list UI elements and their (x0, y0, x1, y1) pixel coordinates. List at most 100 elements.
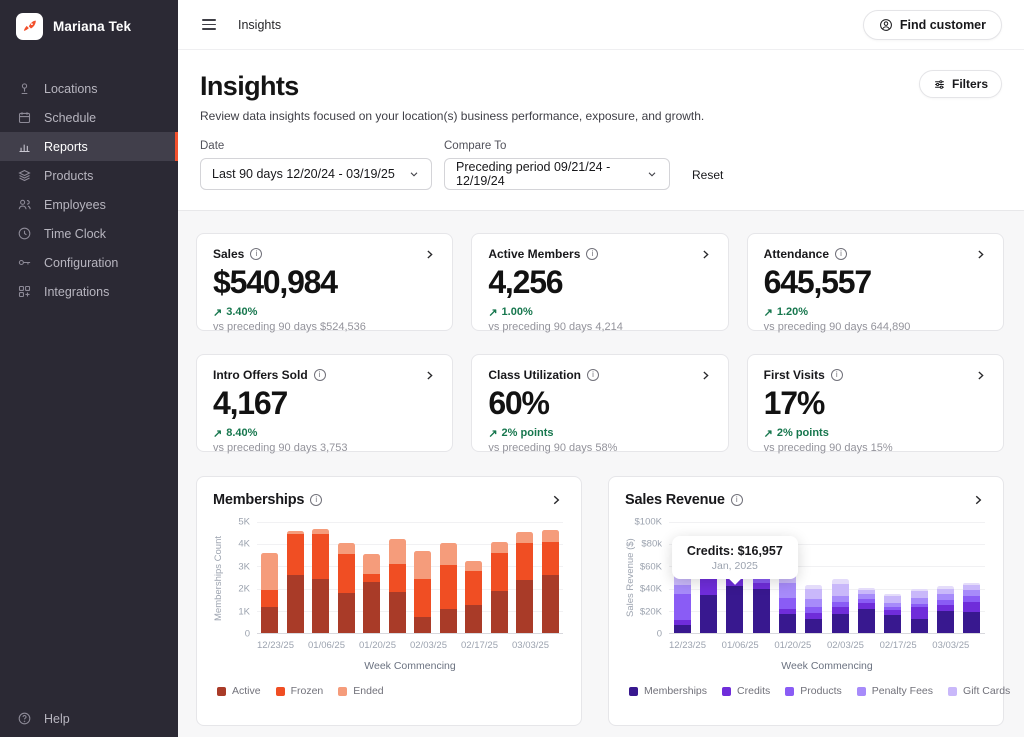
filters-button[interactable]: Filters (919, 70, 1002, 98)
bar-segment-active[interactable] (261, 607, 278, 633)
kpi-card-first-visits[interactable]: First Visits i 17% ↗2% points vs precedi… (747, 354, 1004, 452)
bar-segment-memberships[interactable] (805, 619, 822, 633)
legend-item-ended[interactable]: Ended (338, 685, 383, 697)
bar-segment-credits[interactable] (963, 602, 980, 612)
hamburger-menu-icon[interactable] (200, 15, 218, 34)
bar-segment-ended[interactable] (516, 532, 533, 543)
stacked-bar[interactable] (858, 522, 875, 633)
info-icon[interactable]: i (586, 248, 598, 260)
bar-segment-ended[interactable] (363, 554, 380, 574)
info-icon[interactable]: i (250, 248, 262, 260)
stacked-bar[interactable] (937, 522, 954, 633)
bar-segment-active[interactable] (491, 591, 508, 633)
stacked-bar[interactable] (261, 522, 278, 633)
bar-segment-memberships[interactable] (963, 612, 980, 633)
bar-segment-ended[interactable] (338, 543, 355, 554)
chevron-right-icon[interactable] (423, 248, 436, 261)
bar-segment-gift-cards[interactable] (805, 589, 822, 599)
bar-segment-memberships[interactable] (884, 615, 901, 633)
legend-item-credits[interactable]: Credits (722, 685, 770, 697)
bar-segment-active[interactable] (414, 617, 431, 633)
bar-segment-frozen[interactable] (389, 564, 406, 592)
stacked-bar[interactable] (542, 522, 559, 633)
bar-segment-active[interactable] (465, 605, 482, 633)
stacked-bar[interactable] (312, 522, 329, 633)
chevron-right-icon[interactable] (549, 493, 563, 507)
stacked-bar[interactable] (911, 522, 928, 633)
bar-segment-ended[interactable] (389, 539, 406, 565)
sidebar-item-employees[interactable]: Employees (0, 190, 178, 219)
bar-segment-ended[interactable] (491, 542, 508, 553)
sidebar-item-configuration[interactable]: Configuration (0, 248, 178, 277)
sidebar-item-help[interactable]: Help (0, 704, 178, 733)
stacked-bar[interactable] (491, 522, 508, 633)
stacked-bar[interactable] (465, 522, 482, 633)
bar-segment-memberships[interactable] (858, 609, 875, 633)
chevron-right-icon[interactable] (699, 369, 712, 382)
bar-segment-frozen[interactable] (542, 542, 559, 575)
bar-segment-penalty-fees[interactable] (779, 583, 796, 597)
stacked-bar[interactable] (414, 522, 431, 633)
bar-segment-memberships[interactable] (911, 619, 928, 633)
legend-item-penalty-fees[interactable]: Penalty Fees (857, 685, 933, 697)
bar-segment-gift-cards[interactable] (832, 584, 849, 596)
bar-segment-active[interactable] (287, 575, 304, 633)
compare-select[interactable]: Preceding period 09/21/24 - 12/19/24 (444, 158, 670, 190)
bar-segment-penalty-fees[interactable] (911, 598, 928, 605)
bar-segment-frozen[interactable] (287, 534, 304, 575)
bar-segment-memberships[interactable] (674, 625, 691, 633)
bar-segment-active[interactable] (338, 593, 355, 633)
sidebar-item-locations[interactable]: Locations (0, 74, 178, 103)
bar-segment-active[interactable] (363, 582, 380, 633)
stacked-bar[interactable] (832, 522, 849, 633)
bar-segment-frozen[interactable] (516, 543, 533, 580)
bar-segment-memberships[interactable] (832, 614, 849, 633)
info-icon[interactable]: i (831, 369, 843, 381)
bar-segment-frozen[interactable] (363, 574, 380, 582)
bar-segment-active[interactable] (312, 579, 329, 633)
bar-segment-ended[interactable] (261, 553, 278, 590)
bar-segment-frozen[interactable] (491, 553, 508, 591)
kpi-card-attendance[interactable]: Attendance i 645,557 ↗1.20% vs preceding… (747, 233, 1004, 331)
kpi-card-intro-offers-sold[interactable]: Intro Offers Sold i 4,167 ↗8.40% vs prec… (196, 354, 453, 452)
bar-segment-penalty-fees[interactable] (963, 590, 980, 597)
bar-segment-ended[interactable] (542, 530, 559, 542)
sidebar-item-products[interactable]: Products (0, 161, 178, 190)
chevron-right-icon[interactable] (974, 248, 987, 261)
sidebar-item-reports[interactable]: Reports (0, 132, 178, 161)
bar-segment-frozen[interactable] (338, 554, 355, 593)
bar-segment-active[interactable] (542, 575, 559, 633)
bar-segment-active[interactable] (440, 609, 457, 633)
info-icon[interactable]: i (314, 369, 326, 381)
stacked-bar[interactable] (287, 522, 304, 633)
bar-segment-memberships[interactable] (753, 589, 770, 633)
info-icon[interactable]: i (835, 248, 847, 260)
bar-segment-frozen[interactable] (414, 579, 431, 618)
chevron-right-icon[interactable] (699, 248, 712, 261)
bar-segment-memberships[interactable] (779, 614, 796, 633)
bar-segment-penalty-fees[interactable] (674, 585, 691, 594)
bar-segment-frozen[interactable] (440, 565, 457, 608)
stacked-bar[interactable] (440, 522, 457, 633)
bar-segment-credits[interactable] (832, 607, 849, 614)
bar-segment-ended[interactable] (465, 561, 482, 571)
stacked-bar[interactable] (805, 522, 822, 633)
bar-segment-memberships[interactable] (700, 595, 717, 633)
bar-segment-frozen[interactable] (312, 534, 329, 578)
bar-segment-penalty-fees[interactable] (805, 599, 822, 608)
bar-segment-ended[interactable] (414, 551, 431, 579)
bar-segment-memberships[interactable] (726, 586, 743, 633)
bar-segment-active[interactable] (389, 592, 406, 633)
bar-segment-products[interactable] (779, 598, 796, 609)
chevron-right-icon[interactable] (971, 493, 985, 507)
bar-segment-gift-cards[interactable] (911, 591, 928, 598)
info-icon[interactable]: i (731, 494, 743, 506)
info-icon[interactable]: i (310, 494, 322, 506)
legend-item-memberships[interactable]: Memberships (629, 685, 707, 697)
bar-segment-frozen[interactable] (261, 590, 278, 608)
kpi-card-active-members[interactable]: Active Members i 4,256 ↗1.00% vs precedi… (471, 233, 728, 331)
legend-item-frozen[interactable]: Frozen (276, 685, 324, 697)
legend-item-products[interactable]: Products (785, 685, 841, 697)
bar-segment-ended[interactable] (440, 543, 457, 565)
chevron-right-icon[interactable] (423, 369, 436, 382)
